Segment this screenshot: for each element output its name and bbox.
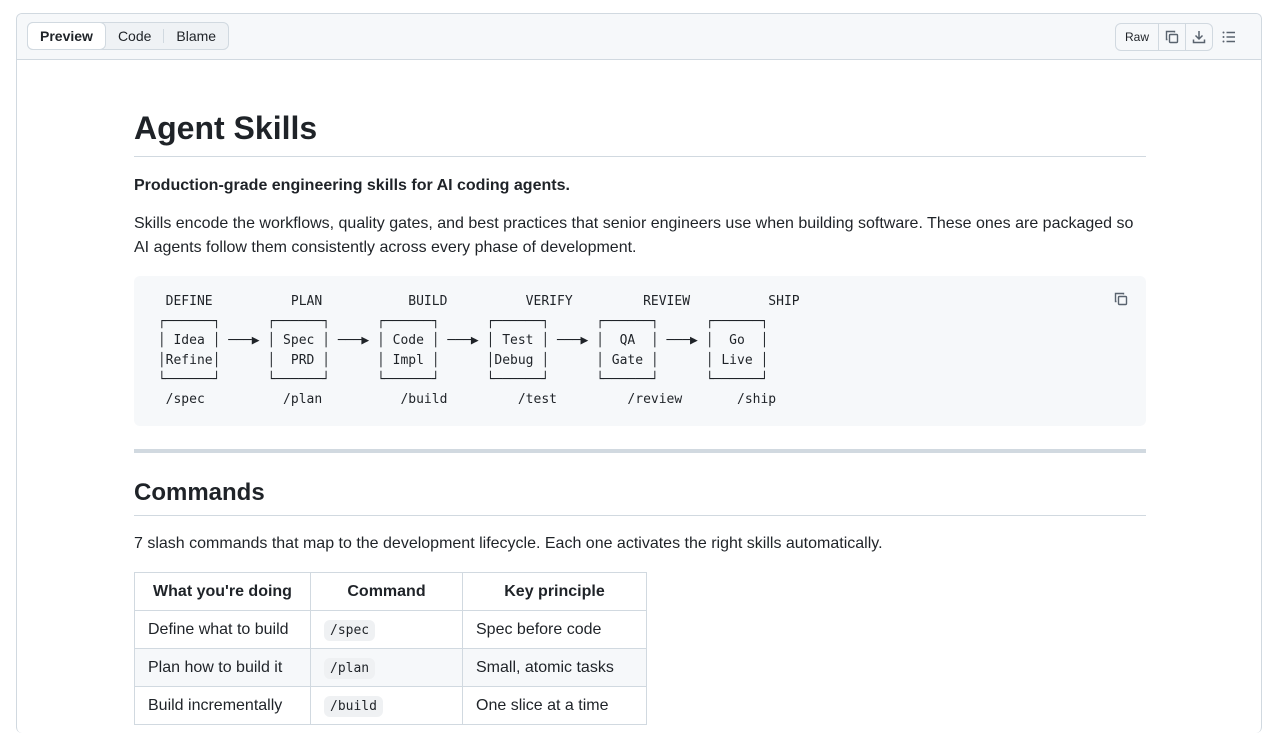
intro-paragraph: Skills encode the workflows, quality gat…	[134, 215, 1134, 256]
cell-principle: One slice at a time	[462, 686, 647, 725]
column-header: Key principle	[462, 572, 647, 611]
copy-code-button[interactable]	[1110, 288, 1132, 310]
download-button[interactable]	[1186, 23, 1213, 51]
divider	[134, 449, 1146, 453]
commands-intro: 7 slash commands that map to the develop…	[134, 535, 883, 552]
commands-table: What you're doing Command Key principle …	[134, 572, 647, 725]
cell-command: /spec	[310, 610, 463, 649]
tagline: Production-grade engineering skills for …	[134, 177, 570, 194]
raw-button[interactable]: Raw	[1114, 23, 1159, 51]
file-actions: Raw	[1114, 23, 1213, 51]
table-row: Plan how to build it /plan Small, atomic…	[134, 648, 647, 687]
page-title: Agent Skills	[134, 108, 1146, 157]
column-header: Command	[310, 572, 463, 611]
list-unordered-icon	[1222, 31, 1235, 43]
lifecycle-diagram: DEFINE PLAN BUILD VERIFY REVIEW SHIP ┌──…	[157, 294, 800, 407]
command-code: /spec	[324, 619, 376, 641]
cell-principle: Spec before code	[462, 610, 647, 649]
file-viewer: Preview Code Blame Raw Agent Skills Prod…	[16, 13, 1262, 733]
cell-doing: Define what to build	[134, 610, 311, 649]
copy-raw-button[interactable]	[1159, 23, 1186, 51]
download-icon	[1192, 31, 1206, 44]
command-code: /plan	[324, 657, 376, 679]
table-header-row: What you're doing Command Key principle	[134, 572, 647, 611]
outline-button[interactable]	[1215, 23, 1243, 51]
cell-command: /plan	[310, 648, 463, 687]
copy-icon	[1165, 30, 1179, 44]
cell-command: /build	[310, 686, 463, 725]
commands-heading: Commands	[134, 478, 1146, 516]
cell-principle: Small, atomic tasks	[462, 648, 647, 687]
copy-icon	[1114, 292, 1128, 306]
tab-preview[interactable]: Preview	[27, 22, 106, 50]
cell-doing: Plan how to build it	[134, 648, 311, 687]
tab-blame[interactable]: Blame	[164, 23, 228, 49]
lifecycle-diagram-block: DEFINE PLAN BUILD VERIFY REVIEW SHIP ┌──…	[134, 276, 1146, 426]
cell-doing: Build incrementally	[134, 686, 311, 725]
file-toolbar: Preview Code Blame Raw	[17, 14, 1261, 60]
table-row: Define what to build /spec Spec before c…	[134, 610, 647, 649]
table-row: Build incrementally /build One slice at …	[134, 686, 647, 725]
tab-code[interactable]: Code	[106, 23, 163, 49]
column-header: What you're doing	[134, 572, 311, 611]
command-code: /build	[324, 695, 383, 717]
view-mode-toggle: Preview Code Blame	[27, 22, 230, 50]
